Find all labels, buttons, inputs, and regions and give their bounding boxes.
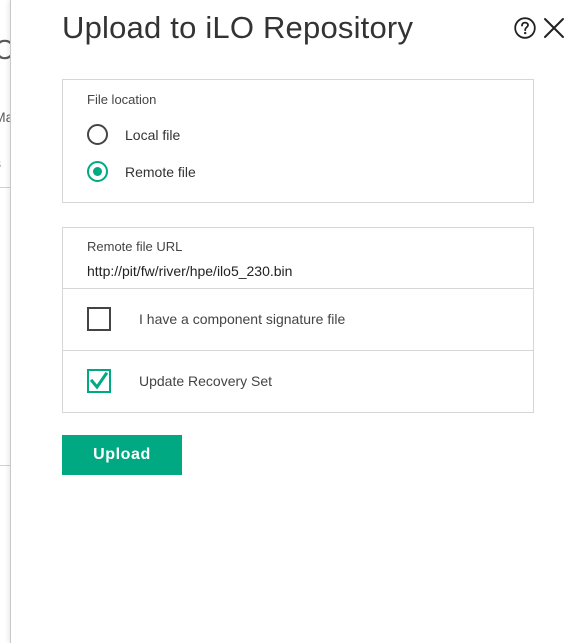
background-text-fragment: s <box>0 155 1 171</box>
upload-dialog: Upload to iLO Repository File location L… <box>10 0 585 643</box>
radio-unchecked-icon <box>87 124 108 145</box>
signature-file-checkbox[interactable]: I have a component signature file <box>87 307 345 331</box>
background-text-fragment: Ma <box>0 109 10 125</box>
checkbox-label: Update Recovery Set <box>139 373 273 389</box>
help-circle-icon <box>514 17 536 39</box>
checkmark-icon <box>89 371 109 390</box>
radio-checked-icon <box>87 161 108 182</box>
remote-url-label: Remote file URL <box>87 239 183 254</box>
row-divider <box>63 350 533 351</box>
background-divider <box>0 465 10 466</box>
radio-label: Remote file <box>125 163 196 180</box>
close-button[interactable] <box>543 17 565 39</box>
dialog-title: Upload to iLO Repository <box>62 10 414 45</box>
remote-file-group: Remote file URL http://pit/fw/river/hpe/… <box>62 227 534 413</box>
local-file-radio[interactable]: Local file <box>87 124 180 145</box>
remote-file-radio[interactable]: Remote file <box>87 161 196 182</box>
background-text-fragment: C <box>0 34 10 66</box>
row-divider <box>63 288 533 289</box>
help-button[interactable] <box>514 17 536 39</box>
upload-button[interactable]: Upload <box>62 435 182 475</box>
update-recovery-set-checkbox[interactable]: Update Recovery Set <box>87 369 272 393</box>
checkbox-checked-icon <box>87 369 111 393</box>
background-divider <box>0 187 10 188</box>
background-page: C Ma s <box>0 0 10 643</box>
file-location-label: File location <box>87 92 157 107</box>
close-icon <box>544 18 564 38</box>
file-location-group: File location Local file Remote file <box>62 79 534 203</box>
radio-label: Local file <box>125 126 181 143</box>
checkbox-unchecked-icon <box>87 307 111 331</box>
remote-url-input[interactable]: http://pit/fw/river/hpe/ilo5_230.bin <box>87 263 292 279</box>
checkbox-label: I have a component signature file <box>139 311 346 327</box>
